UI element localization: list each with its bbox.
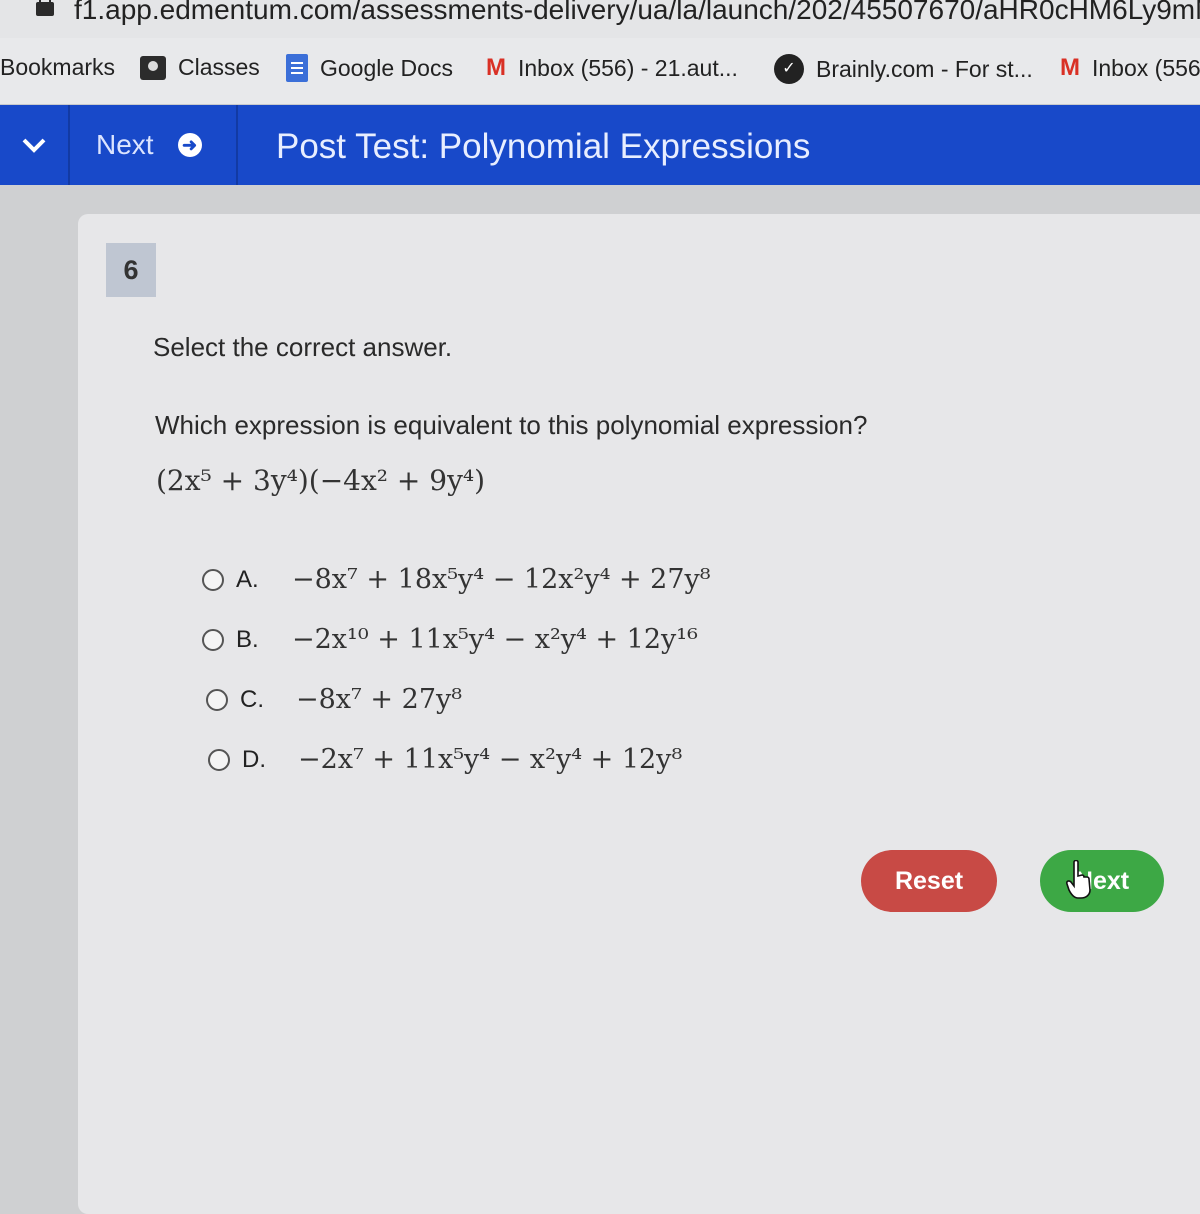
question-number: 6 [106,243,156,297]
bookmark-google-docs[interactable]: Google Docs [286,54,453,82]
bookmark-inbox-1[interactable]: M Inbox (556) - 21.aut... [486,54,738,82]
question-prompt: Which expression is equivalent to this p… [155,410,868,440]
bookmark-label: Bookmarks [0,54,116,80]
radio-button[interactable] [202,628,224,651]
gmail-icon: M [1060,54,1080,81]
polynomial-expression: (2x⁵ + 3y⁴)(−4x² + 9y⁴) [156,464,486,497]
bookmark-classes[interactable]: Classes [140,54,260,81]
header-next-button[interactable]: Next ➜ [70,105,238,185]
reset-button[interactable]: Reset [861,850,997,912]
radio-button[interactable] [206,688,228,711]
brainly-icon: ✓ [774,54,804,84]
chevron-down-glyph [22,138,46,153]
choice-expression: −2x¹⁰ + 11x⁵y⁴ − x²y⁴ + 12y¹⁶ [292,624,698,655]
address-bar[interactable]: f1.app.edmentum.com/assessments-delivery… [0,0,1200,38]
radio-button[interactable] [202,568,224,591]
chevron-down-icon[interactable] [0,105,70,185]
classroom-icon [140,55,166,80]
bookmark-label: Inbox (556 [1092,54,1200,81]
hand-cursor-icon [1066,860,1091,899]
radio-button[interactable] [208,748,230,771]
gmail-icon: M [486,54,506,81]
bookmark-label: Brainly.com - For st... [816,55,1033,82]
page-title: Post Test: Polynomial Expressions [276,127,811,166]
bookmark-label: Google Docs [320,54,453,81]
choice-letter: C. [240,685,264,713]
choice-a[interactable]: A. −8x⁷ + 18x⁵y⁴ − 12x²y⁴ + 27y⁸ [202,564,711,595]
bookmark-label: Inbox (556) - 21.aut... [518,54,738,81]
choice-letter: D. [242,745,266,773]
google-docs-icon [286,54,308,82]
assessment-header: Next ➜ Post Test: Polynomial Expressions [0,105,1200,185]
bookmarks-label[interactable]: Bookmarks [0,54,115,81]
choice-d[interactable]: D. −2x⁷ + 11x⁵y⁴ − x²y⁴ + 12y⁸ [208,744,682,775]
choice-letter: A. [236,565,259,593]
choice-expression: −8x⁷ + 18x⁵y⁴ − 12x²y⁴ + 27y⁸ [292,564,711,595]
header-next-label: Next [96,129,154,160]
bookmark-label: Classes [178,54,260,80]
choice-b[interactable]: B. −2x¹⁰ + 11x⁵y⁴ − x²y⁴ + 12y¹⁶ [202,624,698,655]
choice-expression: −8x⁷ + 27y⁸ [296,684,463,715]
choice-expression: −2x⁷ + 11x⁵y⁴ − x²y⁴ + 12y⁸ [298,744,683,775]
next-button[interactable]: Next [1040,850,1164,912]
choice-letter: B. [236,625,259,653]
bookmarks-bar: Bookmarks Classes Google Docs M Inbox (5… [0,38,1200,105]
bookmark-brainly[interactable]: ✓ Brainly.com - For st... [774,54,1033,84]
bookmark-inbox-2[interactable]: M Inbox (556 [1060,54,1200,82]
choice-c[interactable]: C. −8x⁷ + 27y⁸ [206,684,462,715]
lock-icon [36,0,54,16]
url-text[interactable]: f1.app.edmentum.com/assessments-delivery… [74,0,1200,26]
arrow-right-circle-icon: ➜ [177,133,202,157]
instruction-text: Select the correct answer. [153,332,453,362]
